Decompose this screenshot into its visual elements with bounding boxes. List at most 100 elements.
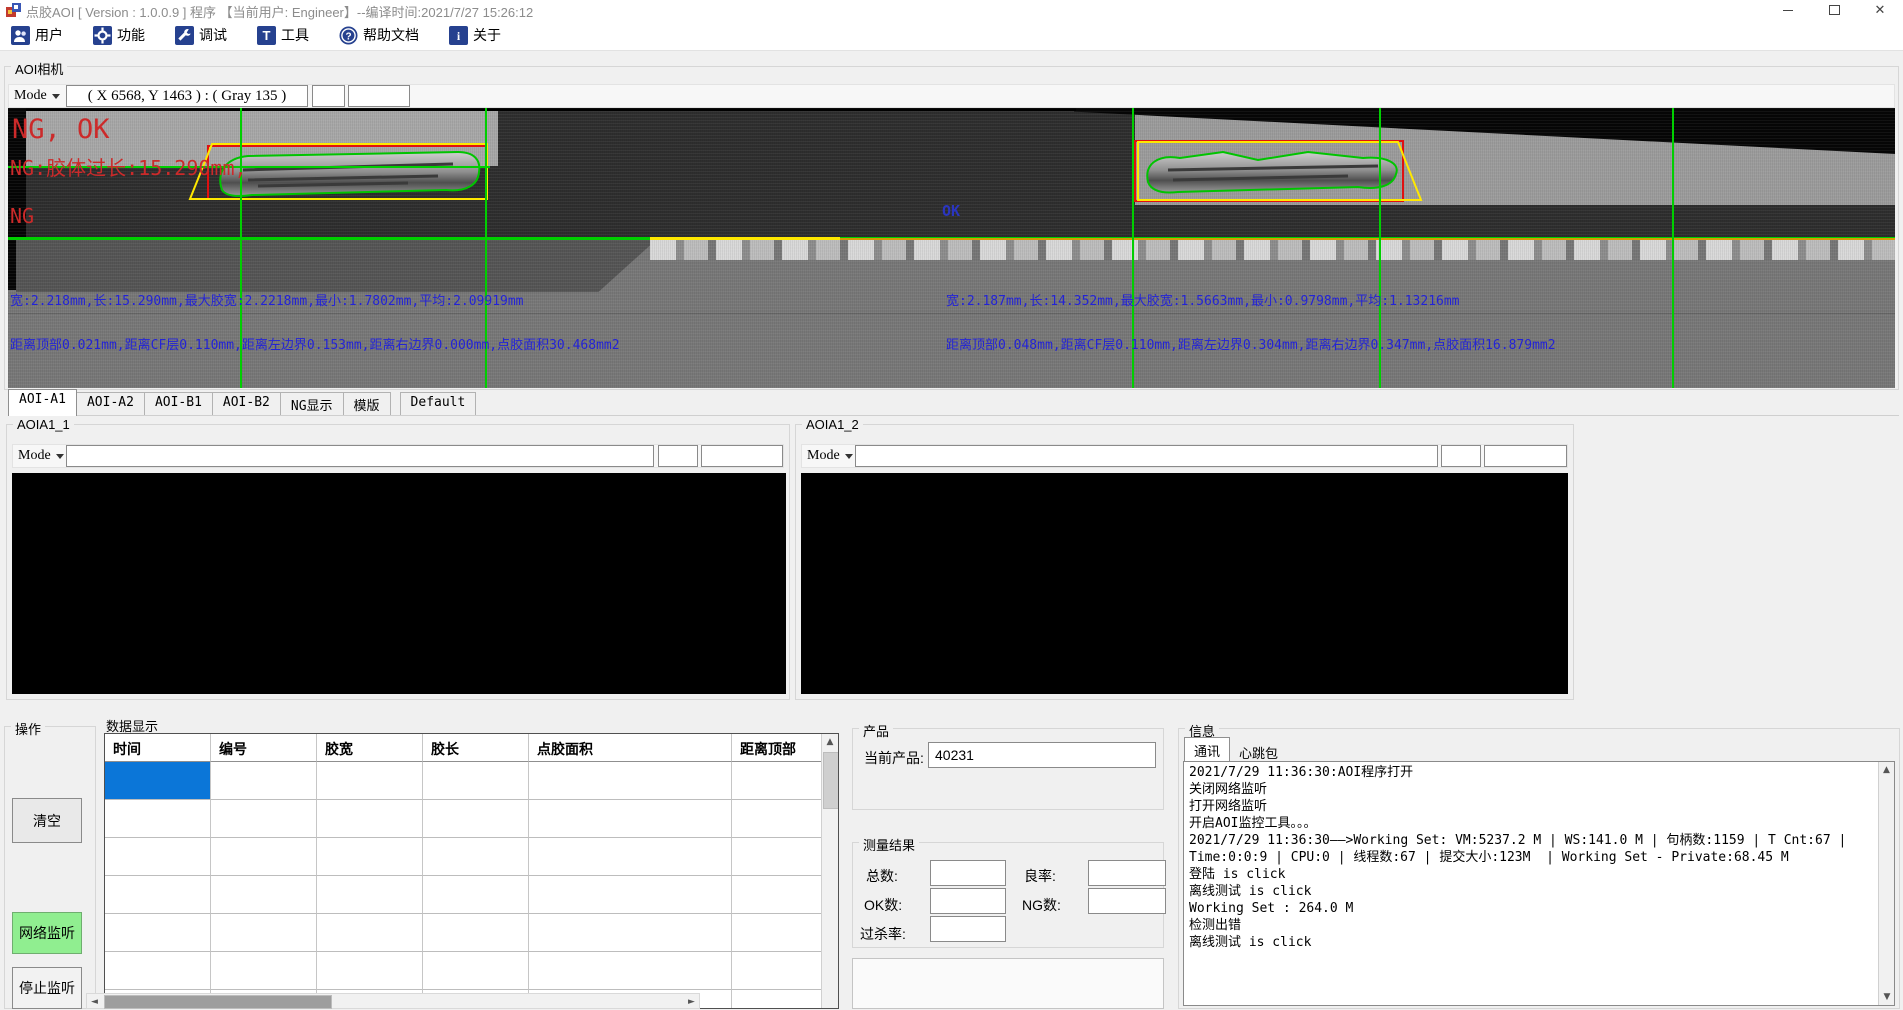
ok-label-text: OK bbox=[942, 202, 960, 220]
panel-aoia1-1-label: AOIA1_1 bbox=[13, 417, 74, 432]
total-count-field[interactable] bbox=[930, 860, 1006, 886]
maximize-button[interactable] bbox=[1811, 0, 1857, 20]
app-icon bbox=[6, 3, 21, 18]
table-horizontal-scrollbar[interactable]: ◄ ► bbox=[86, 993, 700, 1009]
yield-rate-label: 良率: bbox=[1024, 866, 1056, 886]
panel2-mode-dropdown[interactable]: Mode bbox=[807, 446, 853, 466]
right-stats-line1: 宽:2.187mm,长:14.352mm,最大胶宽:1.5663mm,最小:0.… bbox=[946, 290, 1460, 309]
toolbar-tools-button[interactable]: T 工具 bbox=[254, 23, 312, 47]
tab-heartbeat[interactable]: 心跳包 bbox=[1230, 740, 1287, 761]
toolbar-help-button[interactable]: ? 帮助文档 bbox=[336, 23, 422, 47]
table-vertical-scrollbar[interactable]: ▲ bbox=[821, 734, 838, 1009]
crosshair-vline-5 bbox=[1672, 108, 1674, 388]
overkill-rate-field[interactable] bbox=[930, 916, 1006, 942]
svg-text:T: T bbox=[263, 28, 271, 43]
tool-icon: T bbox=[257, 26, 276, 45]
camera-field-small bbox=[312, 85, 345, 107]
header-time[interactable]: 时间 bbox=[105, 734, 211, 762]
data-table: 时间 编号 胶宽 胶长 点胶面积 距离顶部 ▲ bbox=[104, 733, 839, 1009]
info-icon: i bbox=[449, 26, 468, 45]
help-icon: ? bbox=[339, 26, 358, 45]
ng-label-text: NG bbox=[10, 204, 34, 228]
ok-count-field[interactable] bbox=[930, 888, 1006, 914]
yield-rate-field[interactable] bbox=[1088, 860, 1166, 886]
minimize-button[interactable] bbox=[1765, 0, 1811, 20]
chevron-down-icon bbox=[56, 454, 64, 459]
tab-aoi-b2[interactable]: AOI-B2 bbox=[212, 392, 281, 416]
stop-listen-button[interactable]: 停止监听 bbox=[12, 967, 82, 1009]
toolbar-help-label: 帮助文档 bbox=[363, 25, 419, 45]
window-title: 点胶AOI [ Version : 1.0.0.9 ] 程序 【当前用户: En… bbox=[26, 2, 533, 21]
header-serial[interactable]: 编号 bbox=[211, 734, 317, 762]
table-row[interactable] bbox=[105, 876, 838, 914]
close-icon: ✕ bbox=[1875, 2, 1886, 18]
clear-button[interactable]: 清空 bbox=[12, 798, 82, 843]
scroll-left-icon[interactable]: ◄ bbox=[87, 994, 102, 1010]
header-glue-length[interactable]: 胶长 bbox=[423, 734, 529, 762]
toolbar-user-button[interactable]: 用户 bbox=[8, 23, 66, 47]
toolbar-about-label: 关于 bbox=[473, 25, 501, 45]
toolbar-user-label: 用户 bbox=[35, 25, 63, 45]
tab-aoi-b1[interactable]: AOI-B1 bbox=[144, 392, 213, 416]
left-glue-contour bbox=[220, 152, 479, 196]
horizontal-scroll-thumb[interactable] bbox=[104, 995, 332, 1009]
network-listen-button[interactable]: 网络监听 bbox=[12, 912, 82, 954]
selected-cell[interactable] bbox=[105, 762, 211, 800]
panel1-mode-dropdown[interactable]: Mode bbox=[18, 446, 64, 466]
log-vertical-scrollbar[interactable]: ▲ ▼ bbox=[1878, 762, 1894, 1005]
left-stats-line1: 宽:2.218mm,长:15.290mm,最大胶宽:2.2218mm,最小:1.… bbox=[10, 290, 524, 309]
tab-aoi-a2[interactable]: AOI-A2 bbox=[76, 392, 145, 416]
toolbar-tools-label: 工具 bbox=[281, 25, 309, 45]
scroll-up-icon[interactable]: ▲ bbox=[822, 734, 838, 751]
table-row[interactable] bbox=[105, 800, 838, 838]
table-header-row: 时间 编号 胶宽 胶长 点胶面积 距离顶部 bbox=[105, 734, 838, 762]
main-toolbar: 用户 功能 调试 T 工具 ? 帮助文档 i 关于 bbox=[0, 20, 1903, 51]
log-line: 2021/7/29 11:36:30——>Working Set: VM:523… bbox=[1189, 832, 1874, 849]
table-scroll-thumb[interactable] bbox=[823, 752, 839, 809]
communication-log[interactable]: 2021/7/29 11:36:30:AOI程序打开 关闭网络监听 打开网络监听… bbox=[1183, 761, 1895, 1006]
maximize-icon bbox=[1829, 5, 1840, 15]
scroll-up-icon[interactable]: ▲ bbox=[1879, 762, 1894, 778]
left-stats-line2: 距离顶部0.021mm,距离CF层0.110mm,距离左边界0.153mm,距离… bbox=[10, 334, 620, 353]
aoi-tab-strip: AOI-A1 AOI-A2 AOI-B1 AOI-B2 NG显示 模版 Defa… bbox=[8, 392, 475, 416]
close-button[interactable]: ✕ bbox=[1857, 0, 1903, 20]
camera-image-viewport[interactable]: NG, OK NG:胶体过长:15.290mm, NG OK 宽:2.218mm… bbox=[8, 108, 1895, 388]
toolbar-debug-label: 调试 bbox=[199, 25, 227, 45]
info-tab-strip: 通讯 心跳包 bbox=[1184, 737, 1287, 761]
header-glue-area[interactable]: 点胶面积 bbox=[529, 734, 732, 762]
camera-field-extra bbox=[348, 85, 410, 107]
camera-mode-dropdown[interactable]: Mode bbox=[14, 86, 60, 106]
table-row[interactable] bbox=[105, 914, 838, 952]
panel1-field-extra bbox=[701, 445, 783, 467]
product-groupbox: 产品 bbox=[852, 728, 1164, 810]
table-row[interactable] bbox=[105, 952, 838, 990]
toolbar-function-button[interactable]: 功能 bbox=[90, 23, 148, 47]
scroll-right-icon[interactable]: ► bbox=[684, 994, 699, 1010]
chevron-down-icon bbox=[52, 94, 60, 99]
operations-group-label: 操作 bbox=[11, 719, 45, 738]
right-stats-line2: 距离顶部0.048mm,距离CF层0.110mm,距离左边界0.304mm,距离… bbox=[946, 334, 1556, 353]
tab-default[interactable]: Default bbox=[400, 392, 477, 416]
inspection-result-text: NG, OK bbox=[12, 114, 110, 145]
ok-count-label: OK数: bbox=[864, 895, 902, 915]
header-distance-top[interactable]: 距离顶部 bbox=[732, 734, 821, 762]
header-glue-width[interactable]: 胶宽 bbox=[317, 734, 423, 762]
current-product-input[interactable] bbox=[928, 742, 1156, 768]
panel-aoia1-2-label: AOIA1_2 bbox=[802, 417, 863, 432]
table-row[interactable] bbox=[105, 762, 838, 800]
tab-aoi-a1[interactable]: AOI-A1 bbox=[8, 389, 77, 416]
toolbar-debug-button[interactable]: 调试 bbox=[172, 23, 230, 47]
wrench-icon bbox=[175, 26, 194, 45]
tab-template[interactable]: 模版 bbox=[343, 392, 391, 416]
table-row[interactable] bbox=[105, 838, 838, 876]
tab-communication[interactable]: 通讯 bbox=[1184, 737, 1230, 761]
panel2-image-viewport[interactable] bbox=[801, 473, 1568, 694]
panel2-field-extra bbox=[1484, 445, 1567, 467]
ng-count-field[interactable] bbox=[1088, 888, 1166, 914]
panel1-image-viewport[interactable] bbox=[12, 473, 786, 694]
tab-ng-display[interactable]: NG显示 bbox=[280, 392, 344, 416]
scroll-down-icon[interactable]: ▼ bbox=[1879, 989, 1895, 1005]
toolbar-about-button[interactable]: i 关于 bbox=[446, 23, 504, 47]
camera-group-label: AOI相机 bbox=[11, 59, 67, 78]
log-line: 关闭网络监听 bbox=[1189, 781, 1874, 798]
